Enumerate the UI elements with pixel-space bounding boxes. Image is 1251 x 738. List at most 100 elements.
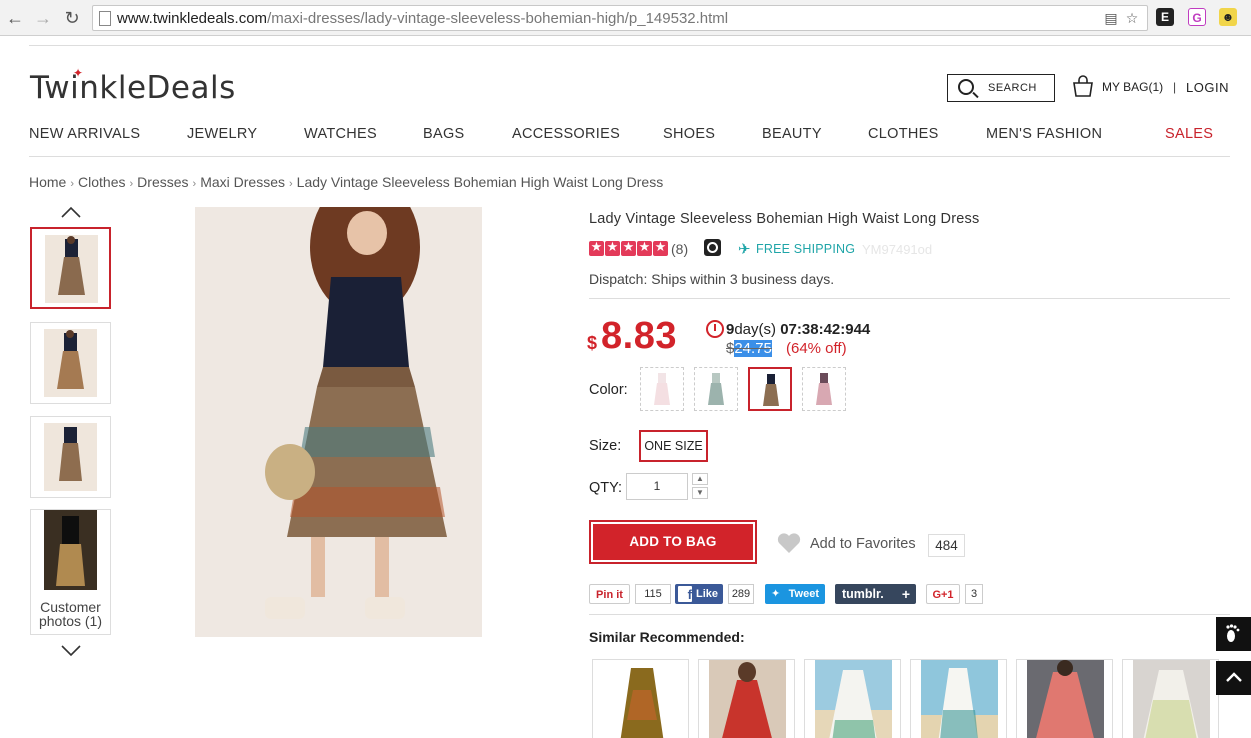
tumblr-button[interactable]: tumblr. + <box>835 584 916 604</box>
thumbnail-image <box>45 235 98 303</box>
airplane-icon: ✈ <box>738 241 751 258</box>
size-label: Size: <box>589 438 622 454</box>
thumbnail-image <box>44 423 97 491</box>
star-icon <box>605 239 620 256</box>
qty-decrease-icon[interactable]: ▼ <box>692 487 708 499</box>
thumbnail-3[interactable] <box>30 416 111 498</box>
color-swatch-3-selected[interactable] <box>748 367 792 411</box>
main-product-image[interactable] <box>195 207 482 637</box>
pinterest-count: 115 <box>635 584 671 604</box>
reload-icon[interactable]: ↻ <box>62 8 82 28</box>
qty-increase-icon[interactable]: ▲ <box>692 473 708 485</box>
login-link[interactable]: LOGIN <box>1186 80 1229 95</box>
add-to-bag-label: ADD TO BAG <box>593 524 753 560</box>
back-to-top-button[interactable] <box>1216 661 1251 695</box>
rating-stars[interactable] <box>589 239 669 256</box>
customer-photo-image <box>44 510 97 590</box>
similar-product-1[interactable] <box>592 659 689 738</box>
customer-photos-label: Customer photos (1) <box>38 599 103 629</box>
color-swatch-2[interactable] <box>694 367 738 411</box>
swatch-image <box>708 373 724 405</box>
breadcrumb-maxi-dresses[interactable]: Maxi Dresses <box>200 174 285 190</box>
nav-divider <box>29 156 1230 157</box>
search-label: SEARCH <box>988 82 1037 94</box>
my-bag-link[interactable]: MY BAG(1) <box>1102 80 1163 94</box>
similar-product-3[interactable] <box>804 659 901 738</box>
plus-icon: + <box>901 586 910 602</box>
address-bar[interactable]: www.twinkledeals.com/maxi-dresses/lady-v… <box>92 5 1148 31</box>
nav-accessories[interactable]: ACCESSORIES <box>512 126 620 142</box>
free-shipping-label: FREE SHIPPING <box>756 242 856 256</box>
color-swatch-1[interactable] <box>640 367 684 411</box>
footprint-icon <box>1225 624 1239 642</box>
thumbnail-2[interactable] <box>30 322 111 404</box>
back-arrow-icon[interactable]: ← <box>5 8 25 28</box>
bookmark-star-icon[interactable]: ☆ <box>1123 9 1141 27</box>
forward-arrow-icon[interactable]: → <box>33 8 53 28</box>
twitter-icon: ✦ <box>771 588 781 600</box>
nav-sales[interactable]: SALES <box>1165 126 1213 142</box>
quantity-input[interactable]: 1 <box>626 473 688 500</box>
shopping-bag-icon[interactable] <box>1071 74 1095 98</box>
nav-beauty[interactable]: BEAUTY <box>762 126 822 142</box>
extension-g-icon[interactable]: G <box>1188 8 1206 26</box>
similar-product-6[interactable] <box>1122 659 1219 738</box>
header-separator: | <box>1173 80 1177 94</box>
original-price: $24.75 <box>726 340 772 357</box>
header-top-divider <box>29 45 1230 46</box>
facebook-icon: f <box>678 586 692 602</box>
color-swatch-4[interactable] <box>802 367 846 411</box>
translate-icon[interactable]: ▤ <box>1102 9 1120 27</box>
nav-new-arrivals[interactable]: NEW ARRIVALS <box>29 126 140 142</box>
nav-watches[interactable]: WATCHES <box>304 126 377 142</box>
nav-bags[interactable]: BAGS <box>423 126 465 142</box>
similar-product-5[interactable] <box>1016 659 1113 738</box>
breadcrumb-current: Lady Vintage Sleeveless Bohemian High Wa… <box>296 174 664 190</box>
size-option-one-size[interactable]: ONE SIZE <box>639 430 708 462</box>
nav-mens-fashion[interactable]: MEN'S FASHION <box>986 126 1102 142</box>
countdown-clock-icon <box>706 320 724 338</box>
nav-clothes[interactable]: CLOTHES <box>868 126 939 142</box>
add-to-bag-button[interactable]: ADD TO BAG <box>589 520 757 564</box>
pinterest-button[interactable]: Pin it <box>589 584 630 604</box>
similar-product-4[interactable] <box>910 659 1007 738</box>
swatch-image <box>654 373 670 405</box>
similar-product-2[interactable] <box>698 659 795 738</box>
extension-evernote-icon[interactable]: E <box>1156 8 1174 26</box>
nav-shoes[interactable]: SHOES <box>663 126 715 142</box>
product-sku: YM97491od <box>862 242 933 257</box>
star-icon <box>637 239 652 256</box>
google-plus-button[interactable]: G+1 <box>926 584 960 604</box>
thumbs-up-arrow-icon[interactable] <box>60 205 82 219</box>
nav-jewelry[interactable]: JEWELRY <box>187 126 257 142</box>
star-icon <box>589 239 604 256</box>
google-plus-count: 3 <box>965 584 983 604</box>
thumbnail-image <box>44 329 97 397</box>
facebook-count: 289 <box>728 584 754 604</box>
site-logo[interactable]: TwinkleDeals <box>30 70 236 106</box>
breadcrumb-clothes[interactable]: Clothes <box>78 174 125 190</box>
thumbs-down-arrow-icon[interactable] <box>60 644 82 658</box>
tweet-button[interactable]: ✦ Tweet <box>765 584 825 604</box>
similar-product-image <box>709 660 786 738</box>
url-text: www.twinkledeals.com/maxi-dresses/lady-v… <box>117 10 729 27</box>
review-count[interactable]: (8) <box>671 241 688 257</box>
main-navigation: NEW ARRIVALS JEWELRY WATCHES BAGS ACCESS… <box>29 126 1230 146</box>
star-icon <box>653 239 668 256</box>
facebook-like-button[interactable]: f Like <box>675 584 723 604</box>
extension-user-icon[interactable]: ☻ <box>1219 8 1237 26</box>
breadcrumb-dresses[interactable]: Dresses <box>137 174 188 190</box>
search-button[interactable]: SEARCH <box>947 74 1055 102</box>
info-divider <box>589 298 1230 299</box>
customer-photos-thumbnail[interactable]: Customer photos (1) <box>30 509 111 635</box>
breadcrumb-home[interactable]: Home <box>29 174 66 190</box>
similar-product-image <box>603 660 680 738</box>
browsing-history-button[interactable] <box>1216 617 1251 651</box>
heart-icon[interactable] <box>776 532 802 554</box>
add-to-favorites-link[interactable]: Add to Favorites <box>810 536 916 552</box>
star-icon <box>621 239 636 256</box>
swatch-image <box>763 374 779 406</box>
thumbnail-1[interactable] <box>30 227 111 309</box>
similar-recommended-title: Similar Recommended: <box>589 629 745 645</box>
back-to-top-icon <box>1225 672 1242 682</box>
